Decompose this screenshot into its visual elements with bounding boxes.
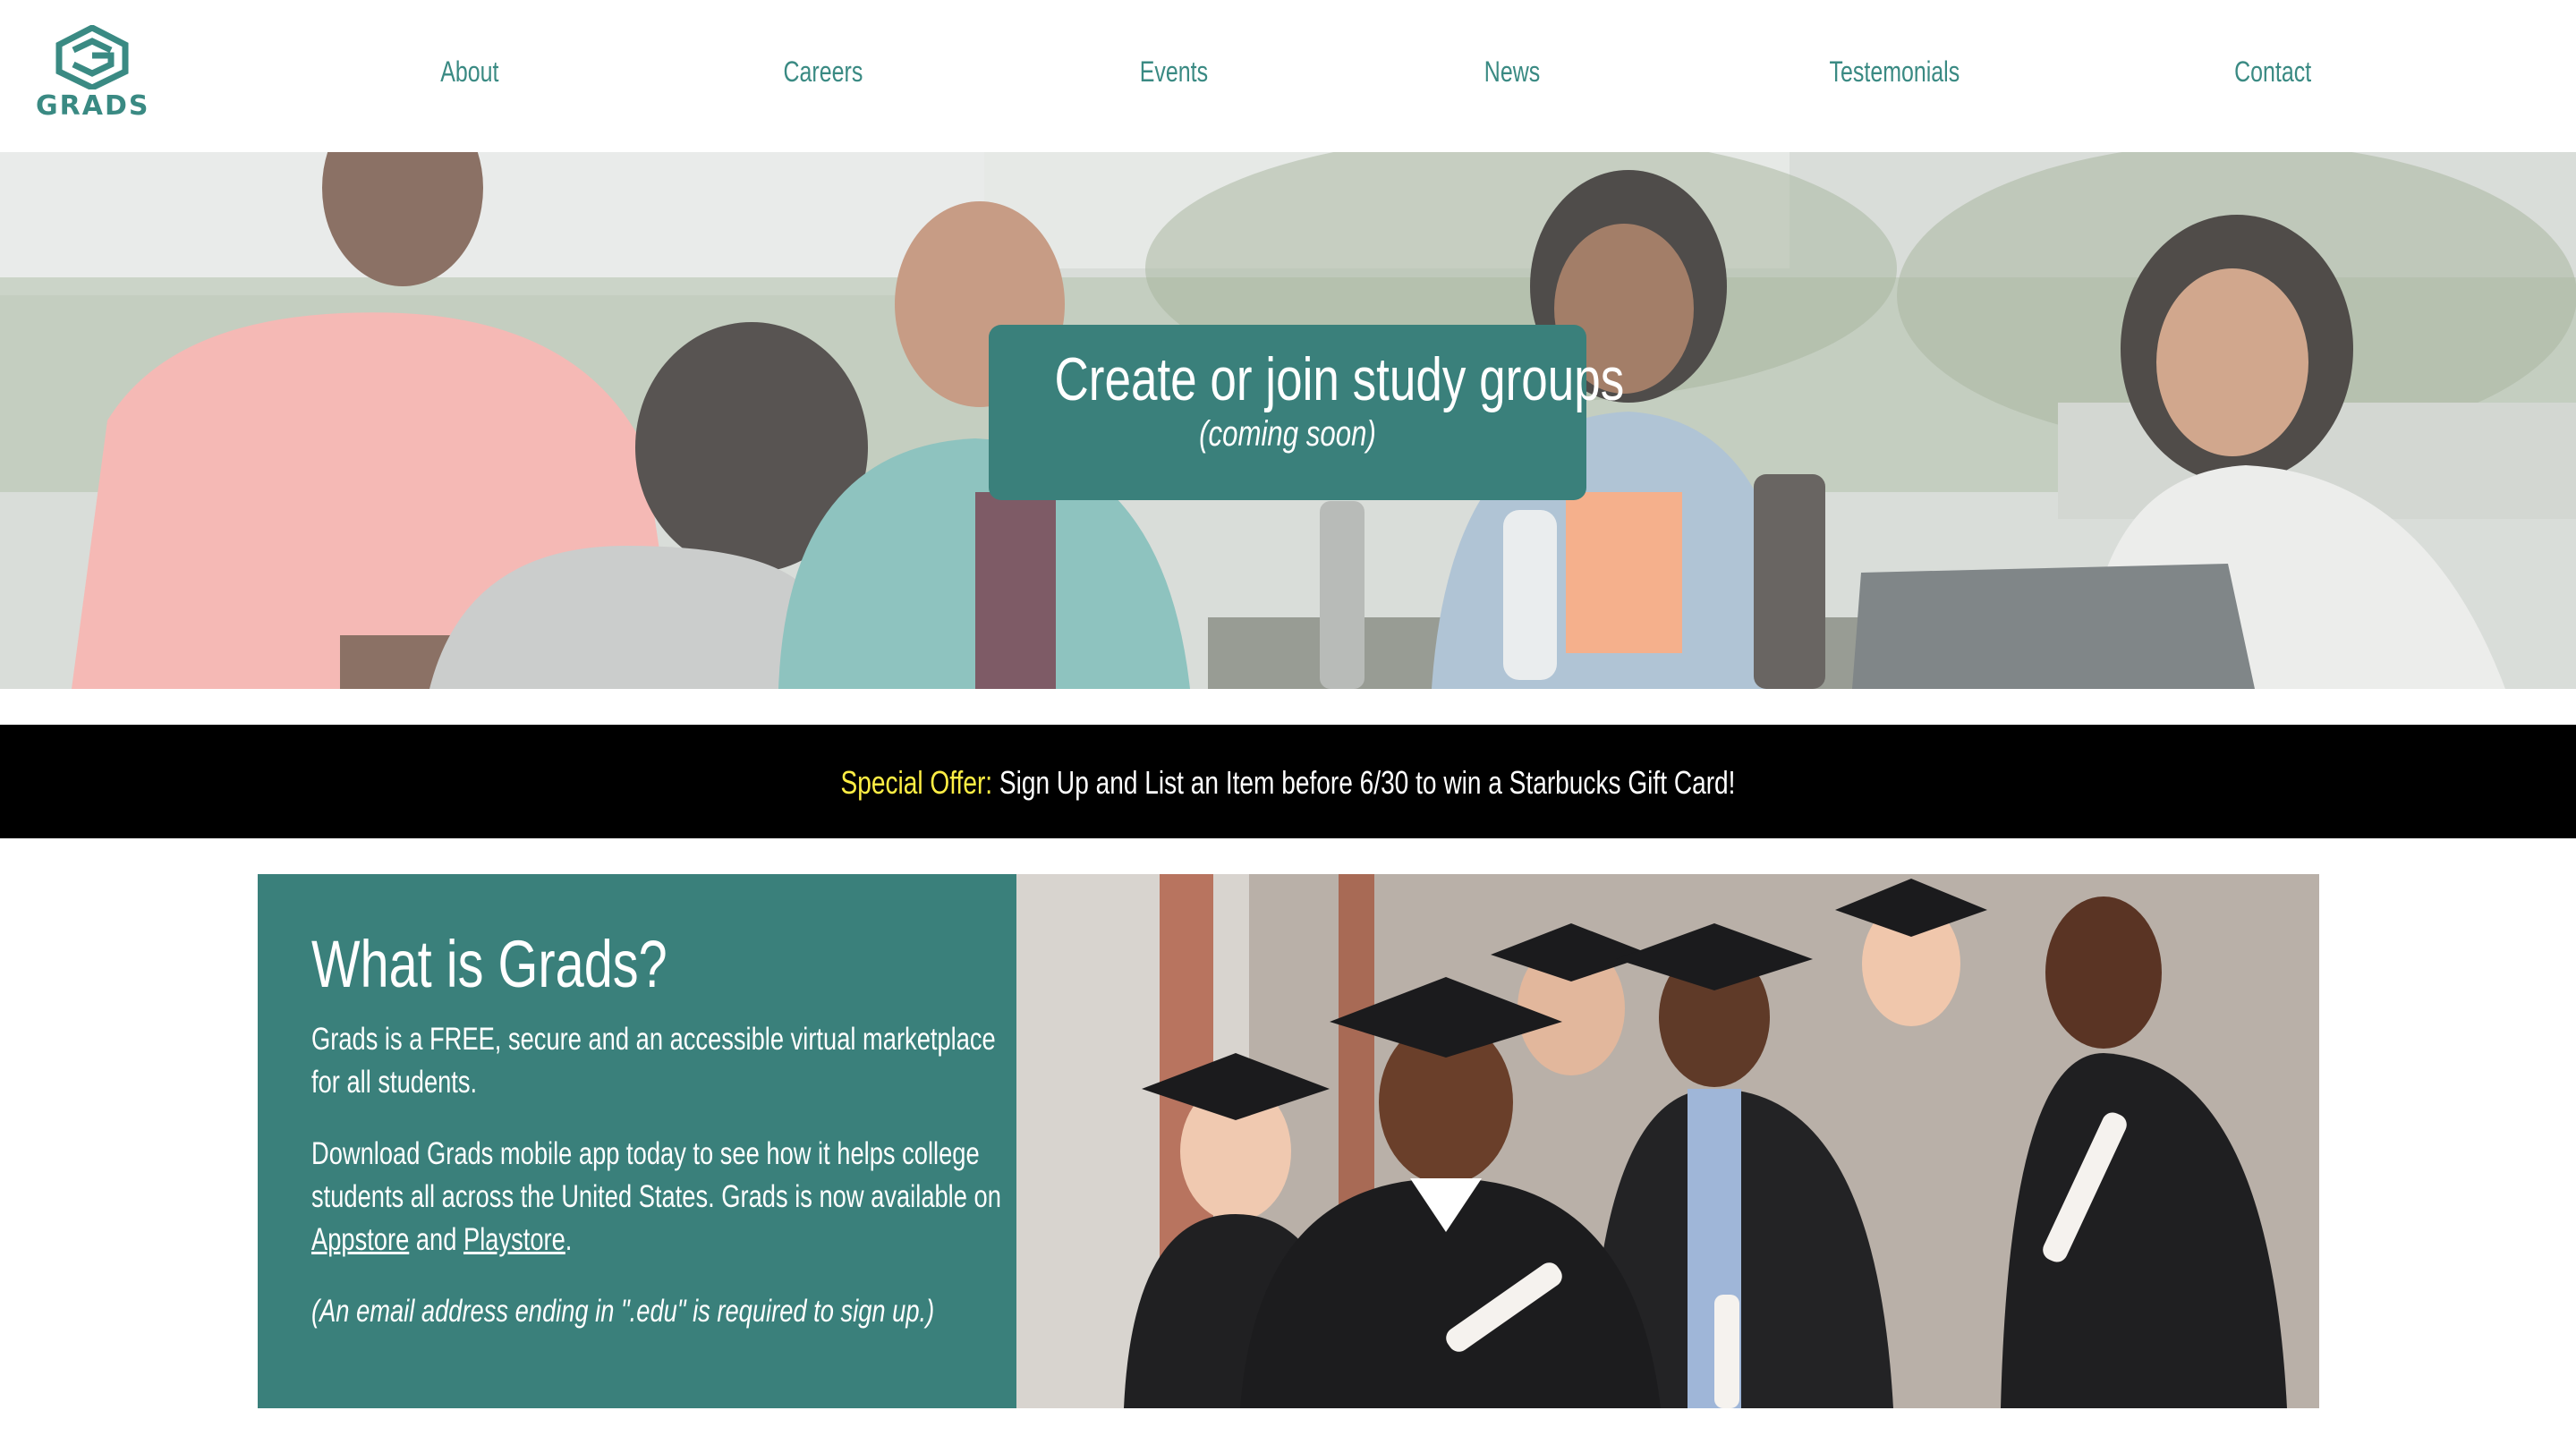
hero-subtitle: (coming soon): [1199, 414, 1376, 454]
special-offer-banner: Special Offer: Sign Up and List an Item …: [0, 725, 2576, 838]
playstore-link[interactable]: Playstore: [463, 1222, 565, 1257]
nav-about[interactable]: About: [440, 55, 498, 89]
about-content: What is Grads? Grads is a FREE, secure a…: [311, 926, 1009, 1333]
hero-banner: Create or join study groups (coming soon…: [0, 152, 2576, 689]
hero-title: Create or join study groups: [1054, 345, 1625, 413]
offer-label: Special Offer:: [840, 764, 993, 801]
nav-contact[interactable]: Contact: [2234, 55, 2311, 89]
offer-line: Special Offer: Sign Up and List an Item …: [284, 764, 2293, 802]
site-header: GRADS About Careers Events News Testemon…: [0, 0, 2576, 152]
logo-wordmark: GRADS: [36, 90, 150, 122]
nav-news[interactable]: News: [1484, 55, 1540, 89]
nav-events[interactable]: Events: [1140, 55, 1208, 89]
about-p2-lead: Download Grads mobile app today to see h…: [311, 1136, 1001, 1214]
about-p2-period: .: [565, 1222, 573, 1257]
nav-testemonials[interactable]: Testemonials: [1830, 55, 1960, 89]
about-paragraph-1: Grads is a FREE, secure and an accessibl…: [311, 1022, 996, 1100]
what-is-grads-panel: What is Grads? Grads is a FREE, secure a…: [258, 874, 1016, 1408]
about-paragraph-2: Download Grads mobile app today to see h…: [311, 1133, 1009, 1262]
grads-logo[interactable]: GRADS: [36, 25, 148, 128]
graduates-in-caps-image: [1016, 874, 2319, 1408]
hero-callout: Create or join study groups (coming soon…: [989, 325, 1625, 500]
about-email-note: (An email address ending in ".edu" is re…: [311, 1294, 935, 1329]
appstore-link[interactable]: Appstore: [311, 1222, 409, 1257]
nav-careers[interactable]: Careers: [784, 55, 863, 89]
offer-text: Sign Up and List an Item before 6/30 to …: [999, 764, 1736, 801]
about-title: What is Grads?: [311, 927, 667, 1001]
graduates-photo: [1016, 874, 2319, 1408]
about-p2-and: and: [409, 1222, 464, 1257]
grads-hexagon-logo-icon: [55, 25, 129, 89]
